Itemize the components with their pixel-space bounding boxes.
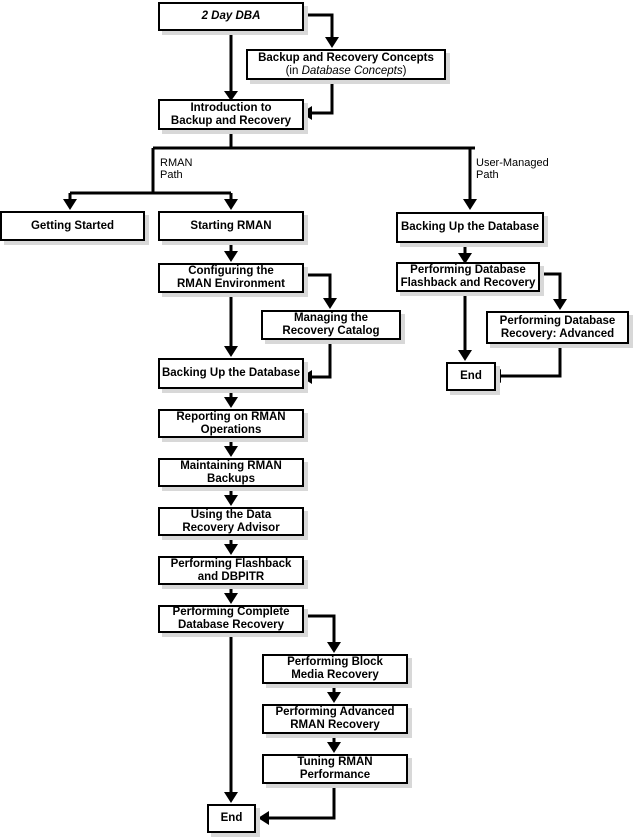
node-flashback-dbpitr: Performing Flashback and DBPITR xyxy=(158,556,304,585)
node-db-flashback-recovery: Performing Database Flashback and Recove… xyxy=(396,262,540,292)
arrowhead xyxy=(224,199,238,210)
arrow-complete-to-block xyxy=(303,614,336,645)
arrowhead xyxy=(458,350,472,361)
node-advanced-rman-recovery: Performing Advanced RMAN Recovery xyxy=(262,704,408,734)
node-end-rman: End xyxy=(207,804,256,833)
arrowhead xyxy=(258,811,269,825)
node-end-user: End xyxy=(446,362,496,391)
backup-recovery-roadmap: 2 Day DBA Backup and Recovery Concepts (… xyxy=(0,0,633,837)
rman-path-label: RMAN Path xyxy=(160,157,193,181)
node-backup-recovery-concepts: Backup and Recovery Concepts (in Databas… xyxy=(246,49,446,80)
user-managed-path-label: User-Managed Path xyxy=(476,157,549,181)
arrowhead xyxy=(224,346,238,357)
node-db-recovery-advanced: Performing Database Recovery: Advanced xyxy=(486,311,629,344)
arrow-concepts-to-intro xyxy=(309,79,334,115)
arrowhead xyxy=(224,495,238,506)
arrowhead xyxy=(224,251,238,262)
node-configuring-rman: Configuring the RMAN Environment xyxy=(158,263,304,293)
arrowhead xyxy=(325,37,339,48)
node-backing-up-rman: Backing Up the Database xyxy=(158,358,304,389)
arrow-to-getting-started xyxy=(68,191,231,202)
arrow-config-to-catalog xyxy=(303,273,332,301)
node-block-media-recovery: Performing Block Media Recovery xyxy=(262,654,408,684)
arrowhead xyxy=(327,692,341,703)
arrowhead xyxy=(224,397,238,408)
arrowhead xyxy=(224,593,238,604)
node-getting-started: Getting Started xyxy=(0,211,145,241)
node-managing-recovery-catalog: Managing the Recovery Catalog xyxy=(261,310,401,340)
node-maintaining: Maintaining RMAN Backups xyxy=(158,458,304,487)
node-introduction: Introduction to Backup and Recovery xyxy=(158,99,304,130)
node-reporting: Reporting on RMAN Operations xyxy=(158,409,304,438)
arrowhead xyxy=(327,742,341,753)
arrow-catalog-to-backup xyxy=(309,340,332,379)
arrowhead xyxy=(63,199,77,210)
arrowhead xyxy=(323,298,337,309)
arrow-advanced-to-end-user xyxy=(498,343,562,378)
node-backing-up-user: Backing Up the Database xyxy=(396,212,544,243)
node-2-day-dba: 2 Day DBA xyxy=(158,2,304,31)
arrowhead xyxy=(553,299,567,310)
arrow-tuning-to-end xyxy=(266,783,336,820)
node-starting-rman: Starting RMAN xyxy=(158,211,304,241)
arrowhead xyxy=(327,642,341,653)
arrowhead xyxy=(463,199,477,210)
arrowhead xyxy=(224,544,238,555)
arrowhead xyxy=(224,792,238,803)
arrowhead xyxy=(224,446,238,457)
arrow-flashback-to-advanced xyxy=(538,272,562,302)
node-complete-recovery: Performing Complete Database Recovery xyxy=(158,605,304,633)
node-data-recovery-advisor: Using the Data Recovery Advisor xyxy=(158,507,304,536)
node-tuning-rman: Tuning RMAN Performance xyxy=(262,754,408,784)
arrow-dba-to-concepts xyxy=(303,13,334,40)
